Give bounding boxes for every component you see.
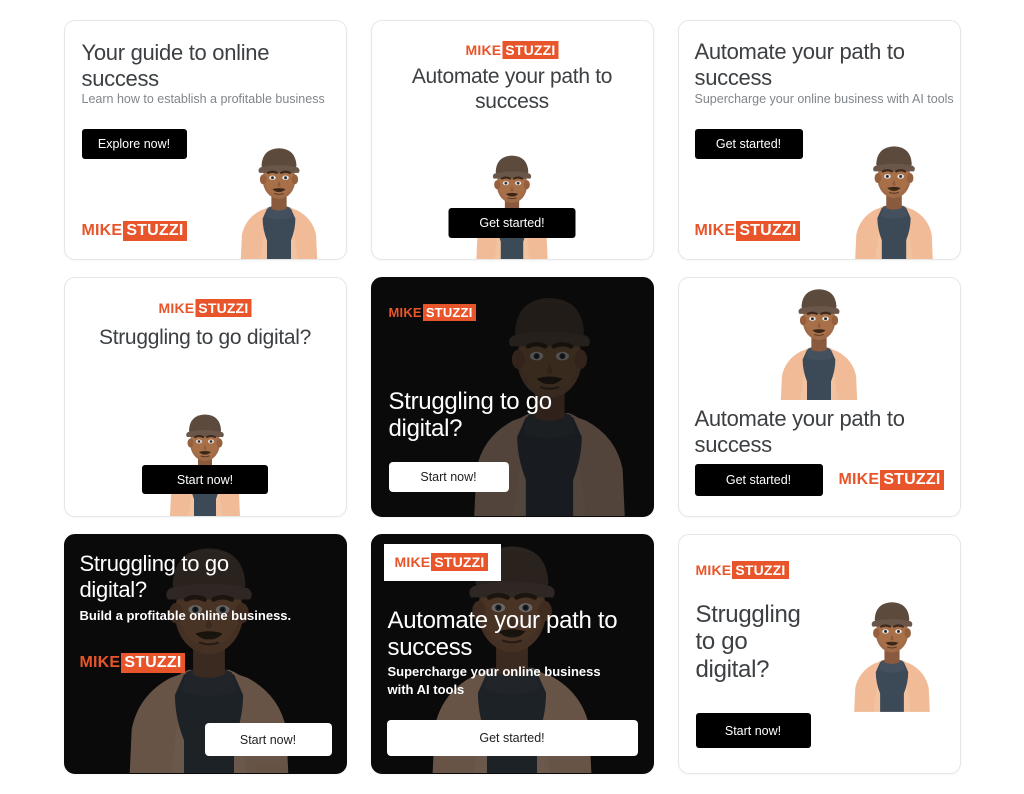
logo-text-stuzzi: STUZZI [195,299,252,317]
brand-logo: MIKE STUZZI [80,653,185,673]
ad-card-2[interactable]: MIKE STUZZI Automate your path to success… [370,20,654,260]
ad-variations-grid: Your guide to online success Learn how t… [0,0,1024,794]
brand-logo: MIKE STUZZI [395,553,488,571]
logo-text-mike: MIKE [695,562,732,578]
card-1-cta-button[interactable]: Explore now! [81,129,187,159]
logo-text-stuzzi: STUZZI [736,221,800,241]
card-4-headline: Struggling to go digital? [99,326,311,349]
card-3-cta-button[interactable]: Get started! [694,129,803,159]
card-6-headline: Automate your path to success [694,406,905,457]
ad-card-8[interactable]: MIKE STUZZI Automate your path to success… [370,534,654,774]
card-2-headline: Automate your path to success [411,65,613,114]
ad-card-7[interactable]: Struggling to go digital? Build a profit… [63,534,347,774]
logo-text-mike: MIKE [158,300,195,316]
portrait-illustration [764,280,874,400]
card-3-subtitle: Supercharge your online business with AI… [694,92,954,106]
brand-logo: MIKE STUZZI [389,304,476,321]
brand-logo: MIKE STUZZI [82,221,187,241]
logo-text-mike: MIKE [388,305,422,320]
card-3-headline: Automate your path to success [694,39,905,90]
logo-text-stuzzi: STUZZI [123,221,187,241]
card-5-cta-button[interactable]: Start now! [388,462,509,492]
logo-text-mike: MIKE [81,222,123,239]
card-7-cta-button[interactable]: Start now! [204,723,332,756]
brand-logo: MIKE STUZZI [696,561,789,579]
card-9-headline: Struggling to go digital? [695,601,801,683]
portrait-illustration [155,406,255,516]
card-8-cta-button[interactable]: Get started! [386,720,638,756]
portrait-illustration [838,585,946,720]
logo-text-mike: MIKE [465,42,502,58]
brand-logo: MIKE STUZZI [465,41,559,59]
card-5-headline: Struggling to go digital? [388,388,553,443]
card-6-cta-button[interactable]: Get started! [694,464,823,496]
ad-card-4[interactable]: MIKE STUZZI Struggling to go digital? Sta… [63,277,347,517]
card-1-subtitle: Learn how to establish a profitable busi… [81,92,325,106]
portrait-illustration [220,139,338,259]
portrait-illustration [834,137,954,259]
logo-text-stuzzi: STUZZI [121,653,185,673]
card-9-cta-button[interactable]: Start now! [695,713,811,748]
ad-card-5[interactable]: MIKE STUZZI Struggling to go digital? Sta… [370,277,654,517]
brand-logo: MIKE STUZZI [158,299,252,317]
card-8-headline: Automate your path to success [387,607,618,662]
portrait-illustration [460,147,564,259]
logo-text-stuzzi: STUZZI [502,41,559,59]
card-7-subtitle: Build a profitable online business. [79,608,292,623]
card-4-cta-button[interactable]: Start now! [142,465,268,494]
brand-logo: MIKE STUZZI [695,221,800,241]
ad-card-9[interactable]: MIKE STUZZI Struggling to go digital? Sta… [677,534,961,774]
brand-logo: MIKE STUZZI [839,470,944,490]
logo-text-mike: MIKE [79,654,121,671]
logo-text-stuzzi: STUZZI [732,561,789,579]
logo-text-stuzzi: STUZZI [422,304,476,321]
logo-text-stuzzi: STUZZI [880,470,944,490]
card-2-cta-button[interactable]: Get started! [448,208,576,238]
logo-text-stuzzi: STUZZI [431,553,488,571]
brand-logo-plate: MIKE STUZZI [383,544,501,581]
logo-text-mike: MIKE [694,222,736,239]
logo-text-mike: MIKE [394,554,431,570]
ad-card-6[interactable]: Automate your path to success Get starte… [677,277,961,517]
logo-text-mike: MIKE [838,471,880,488]
ad-card-3[interactable]: Automate your path to success Supercharg… [677,20,961,260]
card-1-headline: Your guide to online success [81,40,270,91]
ad-card-1[interactable]: Your guide to online success Learn how t… [63,20,347,260]
card-8-subtitle: Supercharge your online business with AI… [387,664,601,697]
card-7-headline: Struggling to go digital? [79,551,230,602]
